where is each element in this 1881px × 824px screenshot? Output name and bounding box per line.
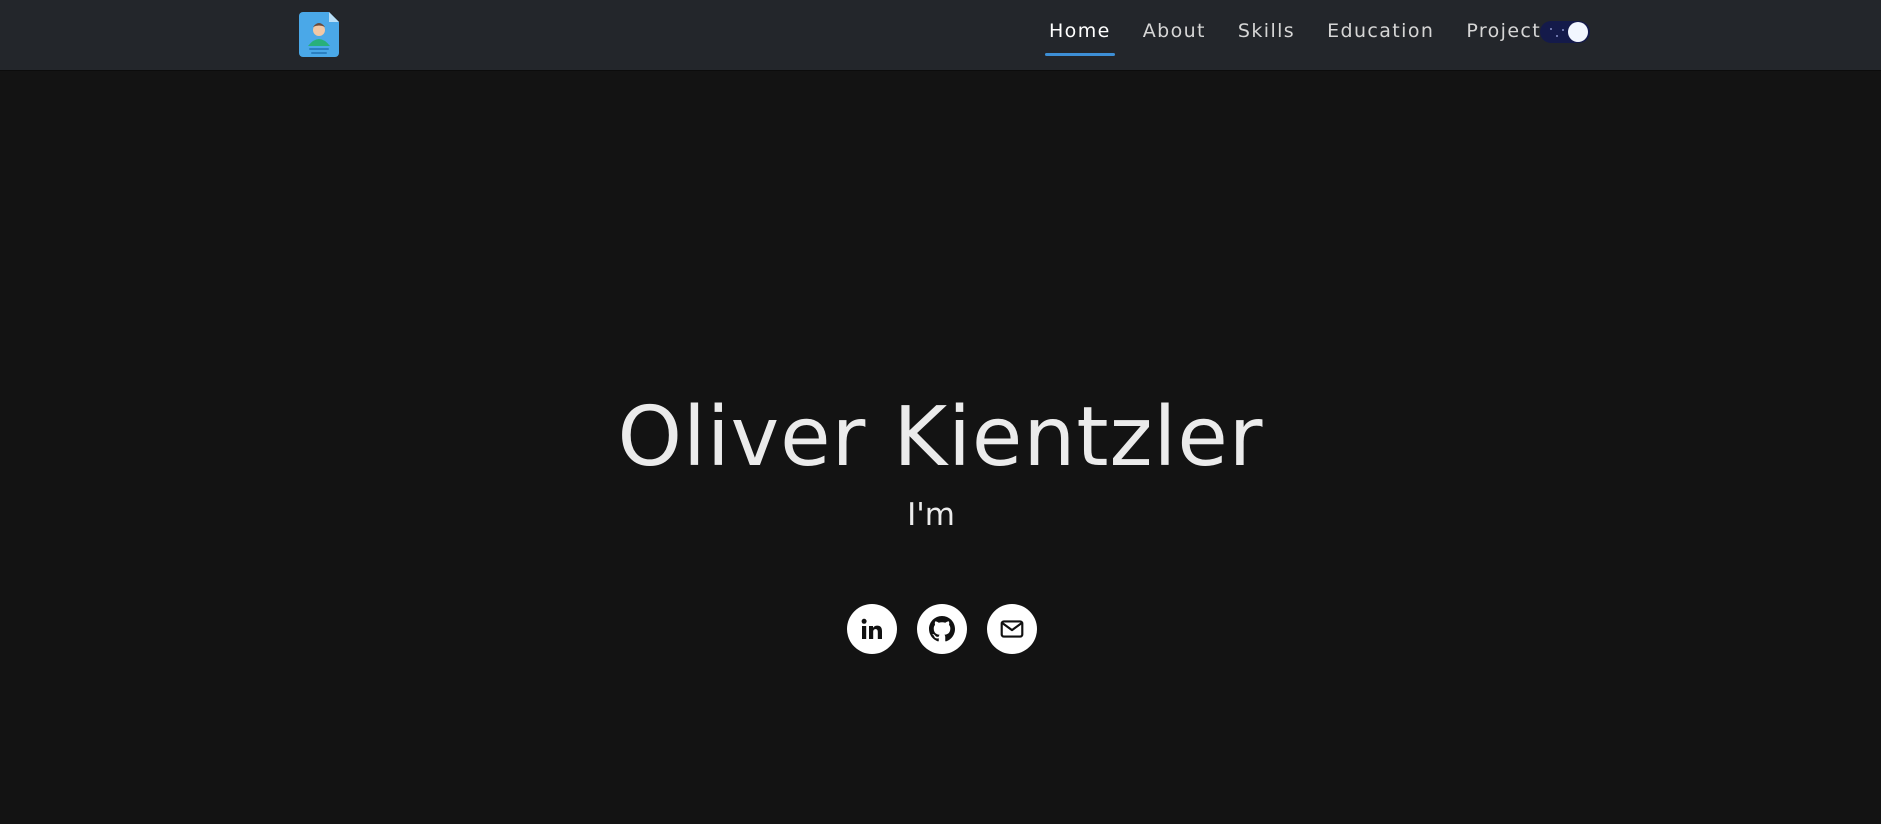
star-icon	[1562, 29, 1564, 31]
star-icon	[1550, 28, 1552, 30]
nav-links: Home About Skills Education Projects	[1033, 0, 1568, 62]
navbar: Home About Skills Education Projects	[0, 0, 1881, 70]
nav-link-home[interactable]: Home	[1033, 20, 1127, 56]
resume-icon	[299, 12, 339, 57]
theme-toggle[interactable]	[1540, 21, 1590, 43]
linkedin-button[interactable]	[847, 604, 897, 654]
email-button[interactable]	[987, 604, 1037, 654]
hero-name: Oliver Kientzler	[617, 390, 1264, 485]
hero-subtitle: I'm	[907, 497, 955, 533]
github-button[interactable]	[917, 604, 967, 654]
star-icon	[1556, 35, 1558, 37]
toggle-knob	[1568, 22, 1588, 42]
github-icon	[929, 616, 955, 642]
linkedin-icon	[860, 617, 884, 641]
email-icon	[999, 616, 1025, 642]
logo[interactable]	[299, 12, 339, 57]
social-links	[847, 604, 1037, 654]
nav-link-skills[interactable]: Skills	[1222, 20, 1311, 42]
nav-link-education[interactable]: Education	[1311, 20, 1450, 42]
nav-link-about[interactable]: About	[1127, 20, 1222, 42]
